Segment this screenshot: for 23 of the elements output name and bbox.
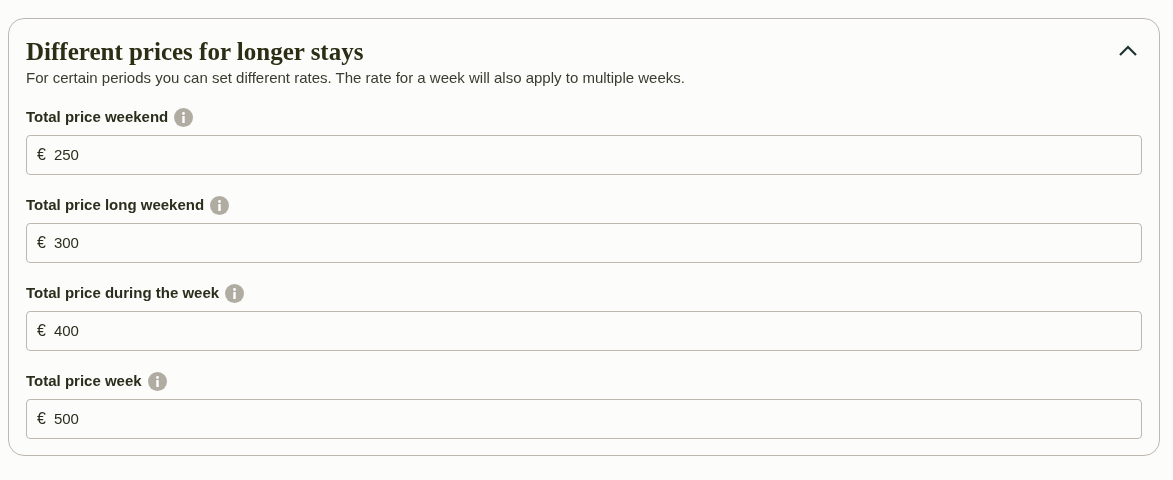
price-value: 300 <box>53 232 79 253</box>
currency-symbol: € <box>37 233 46 253</box>
currency-symbol: € <box>37 145 46 165</box>
price-value: 500 <box>53 408 79 429</box>
price-field[interactable]: € 300 <box>26 223 1142 263</box>
field-label: Total price during the week <box>26 282 220 303</box>
price-field[interactable]: € 500 <box>26 399 1142 439</box>
section-description: For certain periods you can set different rates. The rate for a week will also apply to multiple weeks. <box>26 68 686 88</box>
field-label: Total price weekend <box>26 106 169 127</box>
price-field[interactable]: € 400 <box>26 311 1142 351</box>
currency-symbol: € <box>37 321 46 341</box>
info-icon[interactable] <box>147 371 167 391</box>
price-value: 250 <box>53 144 79 165</box>
section-title: Different prices for longer stays <box>26 37 364 67</box>
currency-symbol: € <box>37 409 46 429</box>
info-icon[interactable] <box>210 195 230 215</box>
field-label: Total price week <box>26 370 142 391</box>
price-field[interactable]: € 250 <box>26 135 1142 175</box>
field-label: Total price long weekend <box>26 194 205 215</box>
info-icon[interactable] <box>225 283 245 303</box>
info-icon[interactable] <box>174 107 194 127</box>
price-value: 400 <box>53 320 79 341</box>
chevron-up-icon <box>1118 45 1138 57</box>
